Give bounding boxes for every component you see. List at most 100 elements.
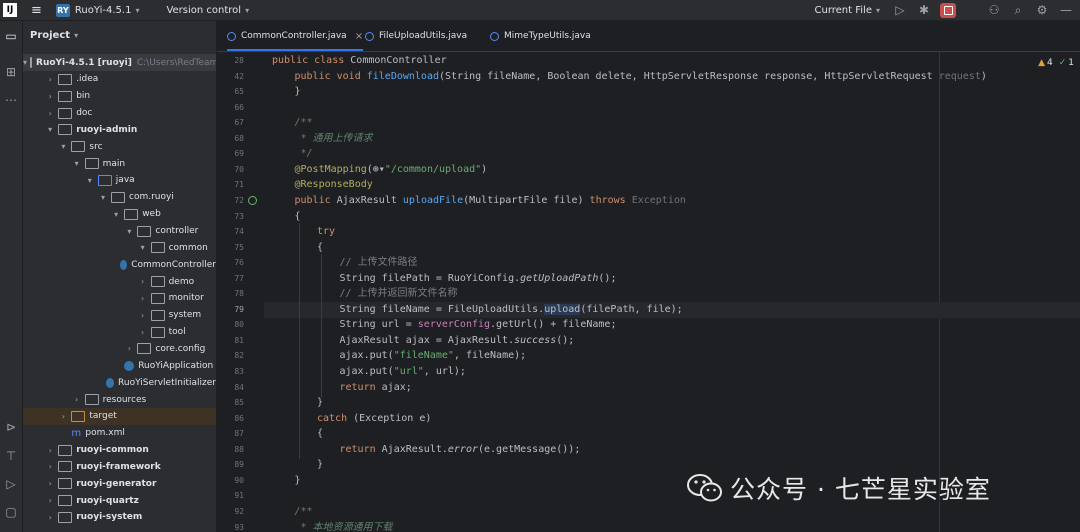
tree-item[interactable]: RuoYiServletInitializer [23, 374, 216, 391]
chevron-right-icon[interactable]: › [72, 395, 82, 404]
close-icon[interactable]: × [355, 31, 363, 42]
tree-item[interactable]: ▾ common [23, 239, 216, 256]
chevron-right-icon[interactable]: › [138, 294, 148, 303]
stop-icon[interactable] [940, 2, 956, 18]
tree-item[interactable]: › tool [23, 324, 216, 341]
chevron-right-icon[interactable]: › [45, 446, 55, 455]
chevron-right-icon[interactable]: › [138, 277, 148, 286]
project-switcher[interactable]: RY RuoYi-4.5.1 ▾ [55, 3, 139, 17]
chevron-right-icon[interactable]: › [45, 479, 55, 488]
code-line: // 上传并返回新文件名称 [339, 288, 458, 300]
tree-item-label: ruoyi-quartz [76, 495, 139, 506]
more-icon[interactable]: ⋯ [0, 93, 22, 107]
chevron-right-icon[interactable]: › [58, 412, 68, 421]
main-menu-icon[interactable]: ≡ [31, 3, 42, 18]
chevron-down-icon[interactable]: ▾ [72, 159, 82, 168]
tree-item[interactable]: › resources [23, 391, 216, 408]
chevron-down-icon[interactable]: ▾ [85, 176, 95, 185]
chevron-right-icon[interactable]: › [45, 92, 55, 101]
debug-icon[interactable]: ✱ [914, 3, 934, 17]
chevron-right-icon[interactable]: › [45, 513, 55, 522]
settings-icon[interactable]: ⚙ [1032, 3, 1052, 17]
tab-file-upload-utils[interactable]: FileUploadUtils.java [365, 21, 467, 51]
line-number: 85 [234, 398, 244, 408]
line-number: 86 [234, 413, 244, 423]
ide-logo-icon[interactable]: IJ [3, 3, 17, 17]
tree-item[interactable]: › target [23, 407, 216, 425]
chevron-right-icon[interactable]: › [124, 344, 134, 353]
chevron-down-icon[interactable]: ▾ [124, 227, 134, 236]
tree-item[interactable]: ▾ main [23, 155, 216, 172]
chevron-right-icon[interactable]: › [45, 75, 55, 84]
line-number-gutter[interactable]: 28 42 65 66 67 68 69 70 71 72 73 74 75 76 77 78 79 80 81 82… [217, 52, 264, 532]
folder-icon [30, 57, 33, 68]
chevron-right-icon[interactable]: › [45, 496, 55, 505]
terminal-icon[interactable]: ▢ [0, 505, 22, 519]
services-icon[interactable]: ⊳ [0, 420, 22, 434]
tree-item[interactable]: ▾ controller [23, 223, 216, 240]
tree-item[interactable]: › bin [23, 88, 216, 105]
chevron-right-icon[interactable]: › [138, 328, 148, 337]
tree-item[interactable]: ▾ ruoyi-admin [23, 121, 216, 138]
line-number: 76 [234, 258, 244, 268]
run-config-selector[interactable]: Current File [815, 5, 872, 16]
endpoint-gutter-icon[interactable] [248, 196, 257, 206]
tree-item[interactable]: ▾ java [23, 172, 216, 189]
structure-icon[interactable]: ⊞ [0, 65, 22, 79]
title-bar: IJ ≡ RY RuoYi-4.5.1 ▾ Version control ▾ … [0, 0, 1080, 21]
chevron-right-icon[interactable]: › [45, 109, 55, 118]
run-icon[interactable]: ▷ [890, 3, 910, 17]
tree-item[interactable]: › system [23, 307, 216, 324]
line-number: 66 [234, 102, 244, 112]
run-tool-icon[interactable]: ▷ [0, 477, 22, 491]
code-editor[interactable]: 28 42 65 66 67 68 69 70 71 72 73 74 75 76 77 78 79 80 81 82… [217, 52, 1080, 532]
tree-item[interactable]: ▾ web [23, 206, 216, 223]
tree-item-label: controller [155, 226, 199, 236]
tree-item[interactable]: ▾ RuoYi-4.5.1 [ruoyi] C:\Users\RedTeam [23, 54, 216, 71]
tab-common-controller[interactable]: CommonController.java × [227, 21, 364, 51]
chevron-down-icon[interactable]: ▾ [111, 210, 121, 219]
tab-mime-type-utils[interactable]: MimeTypeUtils.java [490, 21, 591, 51]
tree-item[interactable]: › ruoyi-system [23, 509, 216, 526]
tree-item[interactable]: › .idea [23, 71, 216, 88]
line-number: 87 [234, 429, 244, 439]
tree-item-label: RuoYiServletInitializer [118, 377, 216, 388]
tree-item[interactable]: › doc [23, 105, 216, 122]
project-panel-header[interactable]: Project ▾ [23, 21, 216, 49]
add-user-icon[interactable]: ⚇ [984, 3, 1004, 17]
build-icon[interactable]: ⊤ [0, 449, 22, 463]
line-number: 67 [234, 118, 244, 128]
search-icon[interactable]: ⌕ [1008, 3, 1028, 18]
chevron-down-icon[interactable]: ▾ [98, 193, 108, 202]
version-control-menu[interactable]: Version control ▾ [161, 5, 249, 16]
folder-icon [150, 242, 165, 254]
tree-item[interactable]: RuoYiApplication [23, 357, 216, 374]
right-margin-guide [939, 52, 940, 532]
minimize-icon[interactable]: — [1056, 3, 1076, 17]
tree-item[interactable]: ▾ src [23, 138, 216, 155]
tree-item[interactable]: ▾ com.ruoyi [23, 189, 216, 206]
code-line: AjaxResult ajax = AjaxResult.success(); [339, 334, 575, 346]
tree-item[interactable]: › monitor [23, 290, 216, 307]
tree-item[interactable]: › ruoyi-generator [23, 475, 216, 492]
chevron-down-icon[interactable]: ▾ [45, 125, 55, 134]
tree-item[interactable]: m pom.xml [23, 425, 216, 442]
chevron-down-icon[interactable]: ▾ [58, 142, 68, 151]
tree-item[interactable]: › ruoyi-quartz [23, 492, 216, 509]
chevron-right-icon[interactable]: › [138, 311, 148, 320]
chevron-right-icon[interactable]: › [45, 462, 55, 471]
tree-item[interactable]: › ruoyi-common [23, 442, 216, 459]
tree-item-path: C:\Users\RedTeam [136, 57, 216, 68]
tree-item-label: web [142, 209, 161, 220]
chevron-down-icon[interactable]: ▾ [23, 58, 27, 67]
inspection-widget[interactable]: ▲ 4 ✓ 1 [1038, 58, 1074, 68]
tree-item[interactable]: CommonController [23, 256, 216, 273]
tree-item[interactable]: › demo [23, 273, 216, 290]
code-line: /** [294, 117, 313, 129]
chevron-down-icon[interactable]: ▾ [138, 243, 148, 252]
tree-item-label: main [102, 158, 126, 169]
tab-label: CommonController.java [241, 31, 347, 41]
tree-item[interactable]: › ruoyi-framework [23, 458, 216, 475]
tree-item[interactable]: › core.config [23, 340, 216, 357]
project-folder-icon[interactable]: ▭ [0, 29, 22, 43]
